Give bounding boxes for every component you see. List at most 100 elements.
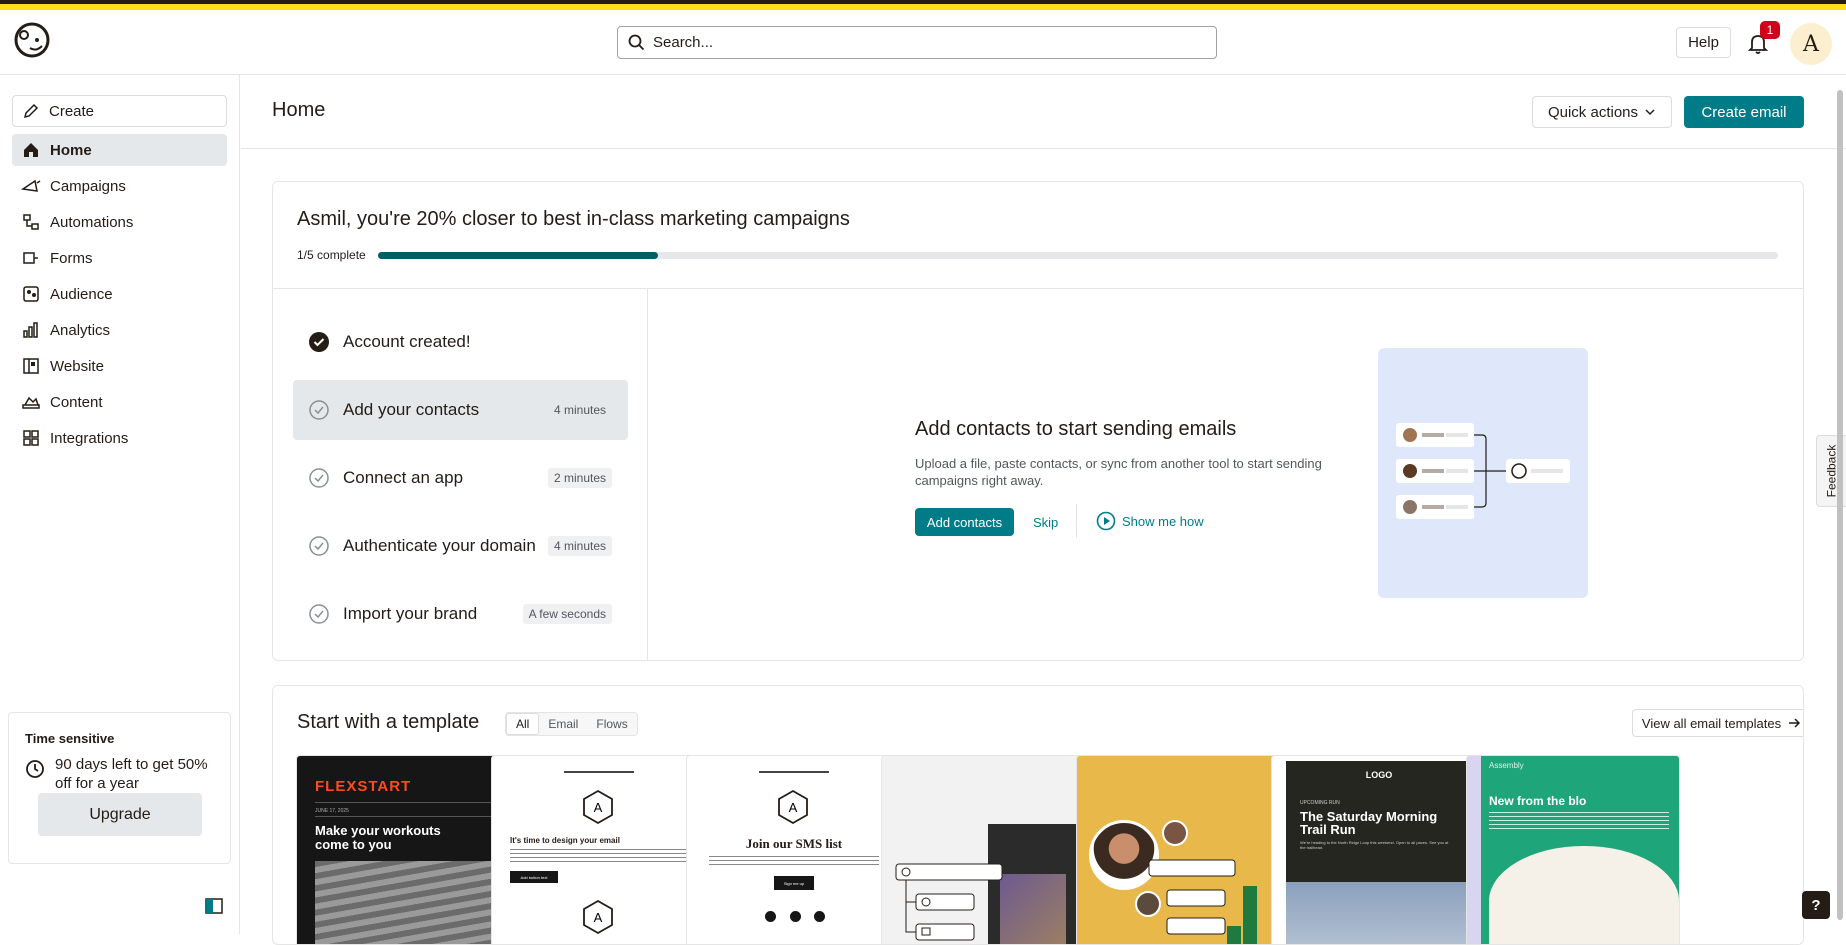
step-label: Add your contacts — [343, 400, 480, 419]
stadium-image — [315, 861, 493, 944]
template-link-line — [564, 771, 634, 773]
page-header: Home Quick actions Create email — [241, 75, 1846, 149]
template-headline: New from the blo — [1489, 794, 1587, 808]
template-card[interactable]: FLEXSTART JUNE 17, 2025 Make your workou… — [296, 755, 510, 944]
play-circle-icon — [1096, 511, 1116, 531]
content-icon — [20, 391, 42, 413]
main-content: Home Quick actions Create email Asmil, y… — [241, 75, 1846, 945]
template-section-title: Start with a template — [297, 711, 480, 733]
sidebar-item-label: Analytics — [50, 321, 111, 339]
search-input[interactable]: Search... — [617, 26, 1217, 59]
template-kicker: UPCOMING RUN — [1300, 800, 1340, 806]
add-contacts-button[interactable]: Add contacts — [915, 508, 1014, 536]
quick-actions-label: Quick actions — [1547, 103, 1639, 121]
view-all-label: View all email templates — [1641, 715, 1782, 731]
hexagon-logo-icon: A — [583, 789, 613, 825]
template-card[interactable]: Assembly New from the blo — [1466, 755, 1680, 944]
sidebar-collapse-icon[interactable] — [205, 898, 223, 914]
contacts-sync-illustration — [1378, 348, 1588, 598]
check-outline-icon — [309, 536, 329, 556]
create-button[interactable]: Create — [12, 95, 227, 127]
hexagon-logo-icon: A — [583, 899, 613, 935]
template-headline: Make your workouts come to you — [315, 823, 441, 852]
time-sensitive-message: 90 days left to get 50% off for a year — [55, 756, 208, 792]
template-headline: Join our SMS list — [745, 836, 843, 851]
sidebar-item-label: Forms — [50, 249, 93, 267]
template-body-text — [709, 856, 879, 868]
template-body: We're heading to the North Ridge Loop th… — [1300, 840, 1449, 850]
sidebar-item-label: Automations — [50, 213, 134, 231]
step-authenticate-domain[interactable]: Authenticate your domain 4 minutes — [293, 516, 628, 576]
template-card[interactable] — [881, 755, 1095, 944]
runner-photo — [1286, 882, 1472, 944]
template-card[interactable] — [1076, 755, 1290, 944]
create-email-button[interactable]: Create email — [1684, 96, 1804, 128]
upgrade-button[interactable]: Upgrade — [38, 793, 202, 836]
template-button: Add button text — [510, 871, 558, 883]
mailchimp-logo-icon[interactable] — [12, 20, 52, 60]
page-title: Home — [272, 99, 326, 121]
integrations-icon — [20, 427, 42, 449]
sidebar-item-label: Website — [50, 357, 104, 375]
template-link-line — [759, 771, 829, 773]
notification-badge: 1 — [1760, 21, 1780, 39]
sidebar-item-campaigns[interactable]: Campaigns — [12, 170, 227, 202]
skip-link[interactable]: Skip — [1033, 515, 1058, 530]
sidebar-item-home[interactable]: Home — [12, 134, 227, 166]
arrow-right-icon — [1789, 718, 1801, 728]
scrollbar[interactable] — [1837, 90, 1843, 920]
sidebar-item-analytics[interactable]: Analytics — [12, 314, 227, 346]
brand-stripe — [0, 0, 1846, 10]
step-import-brand[interactable]: Import your brand A few seconds — [293, 584, 628, 644]
step-detail-title: Add contacts to start sending emails — [915, 418, 1237, 440]
show-me-how-label: Show me how — [1122, 513, 1204, 529]
create-label: Create — [49, 102, 95, 120]
svg-text:A: A — [789, 800, 798, 815]
view-all-templates-button[interactable]: View all email templates — [1632, 709, 1803, 737]
template-headline: It's time to design your email — [510, 836, 620, 845]
sidebar-item-audience[interactable]: Audience — [12, 278, 227, 310]
step-add-contacts[interactable]: Add your contacts 4 minutes — [293, 380, 628, 440]
template-card[interactable]: LOGO UPCOMING RUN The Saturday Morning T… — [1271, 755, 1485, 944]
template-button: Sign me up — [774, 876, 814, 890]
analytics-icon — [20, 319, 42, 341]
tab-email[interactable]: Email — [539, 713, 587, 735]
onboarding-title: Asmil, you're 20% closer to best in-clas… — [297, 208, 850, 230]
sidebar-item-content[interactable]: Content — [12, 386, 227, 418]
instagram-icon — [789, 911, 801, 922]
step-connect-app[interactable]: Connect an app 2 minutes — [293, 448, 628, 508]
search-icon — [628, 34, 645, 51]
onboarding-steps: Account created! Add your contacts 4 min… — [273, 289, 648, 661]
template-section: Start with a template All Email Flows Vi… — [272, 685, 1804, 945]
sidebar-item-forms[interactable]: Forms — [12, 242, 227, 274]
tab-flows[interactable]: Flows — [587, 713, 636, 735]
template-filter-tabs: All Email Flows — [505, 712, 638, 736]
divider — [315, 816, 493, 817]
hexagon-logo-icon: A — [778, 789, 808, 825]
template-date: JUNE 17, 2025 — [315, 808, 349, 814]
sidebar-item-label: Integrations — [50, 429, 129, 447]
check-outline-icon — [309, 400, 329, 420]
quick-actions-button[interactable]: Quick actions — [1532, 96, 1672, 128]
step-label: Authenticate your domain — [343, 536, 536, 555]
tab-all[interactable]: All — [506, 713, 540, 735]
template-card[interactable]: A Join our SMS list Sign me up — [686, 755, 900, 944]
template-card[interactable]: A It's time to design your email Add but… — [491, 755, 705, 944]
help-button[interactable]: Help — [1676, 27, 1731, 58]
social-icons — [765, 911, 825, 922]
progress-bar — [378, 252, 1778, 259]
show-me-how-link[interactable]: Show me how — [1096, 511, 1204, 531]
template-brand: LOGO — [1365, 770, 1393, 780]
sidebar-item-integrations[interactable]: Integrations — [12, 422, 227, 454]
sidebar-item-website[interactable]: Website — [12, 350, 227, 382]
divider — [1076, 504, 1077, 538]
sidebar-item-automations[interactable]: Automations — [12, 206, 227, 238]
sidebar-item-label: Campaigns — [50, 177, 126, 195]
clock-icon — [25, 759, 45, 784]
step-label: Account created! — [343, 332, 471, 351]
sidebar-item-label: Home — [50, 141, 92, 159]
avatar[interactable]: A — [1790, 23, 1832, 65]
home-icon — [20, 139, 42, 161]
step-duration: A few seconds — [522, 604, 612, 624]
help-fab-button[interactable]: ? — [1802, 891, 1830, 919]
